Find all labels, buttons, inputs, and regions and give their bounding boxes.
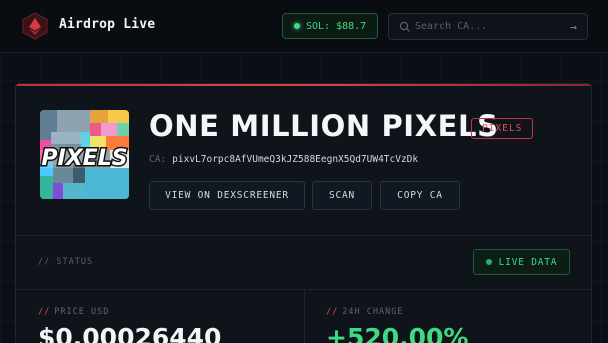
token-image: PIXELS [40, 110, 129, 199]
live-data-label: LIVE DATA [498, 256, 558, 268]
stats-column-divider [304, 290, 305, 343]
brand-title: Airdrop Live [59, 17, 156, 32]
search-icon [399, 21, 410, 32]
top-bar: Airdrop Live SOL: $88.7 → [0, 0, 608, 53]
copy-ca-button[interactable]: COPY CA [380, 181, 460, 210]
sol-price-text: SOL: $88.7 [306, 20, 367, 32]
search-input[interactable] [415, 21, 555, 32]
live-dot-icon [485, 259, 492, 265]
slash-marker: // [38, 307, 51, 317]
ca-value[interactable]: pixvL7orpc8AfVUmeQ3kJZ588EegnX5Qd7UW4TcV… [172, 154, 418, 165]
view-on-dexscreener-button[interactable]: VIEW ON DEXSCREENER [149, 181, 305, 210]
token-card: PIXELS ONE MILLION PIXELS PIXELS CA: pixv… [15, 83, 592, 343]
price-usd-value: $0.00026440 [38, 323, 222, 343]
price-usd-label: //PRICE USD [38, 307, 109, 317]
pixels-logo-image: PIXELS [40, 110, 129, 199]
token-ticker-badge: PIXELS [471, 118, 534, 139]
scan-button[interactable]: SCAN [312, 181, 372, 210]
change-24h-value: +520.00% [326, 323, 469, 343]
change-24h-label-text: 24H CHANGE [342, 307, 404, 317]
live-indicator-icon [294, 23, 300, 29]
search-box[interactable]: → [388, 13, 588, 40]
card-accent-line [16, 84, 591, 86]
status-label: // STATUS [38, 257, 94, 267]
airdrop-logo-icon[interactable] [22, 12, 48, 40]
slash-marker: // [326, 307, 339, 317]
contract-address-row: CA: pixvL7orpc8AfVUmeQ3kJZ588EegnX5Qd7UW4… [149, 154, 418, 165]
token-name: ONE MILLION PIXELS [149, 109, 499, 143]
live-data-button[interactable]: LIVE DATA [473, 249, 570, 275]
change-24h-label: //24H CHANGE [326, 307, 403, 317]
pixels-logo-text: PIXELS [41, 146, 127, 171]
price-usd-label-text: PRICE USD [54, 307, 110, 317]
ca-label: CA: [149, 154, 167, 165]
search-submit-arrow-icon[interactable]: → [570, 20, 577, 34]
sol-price-badge: SOL: $88.7 [282, 13, 378, 39]
section-divider [16, 235, 591, 236]
